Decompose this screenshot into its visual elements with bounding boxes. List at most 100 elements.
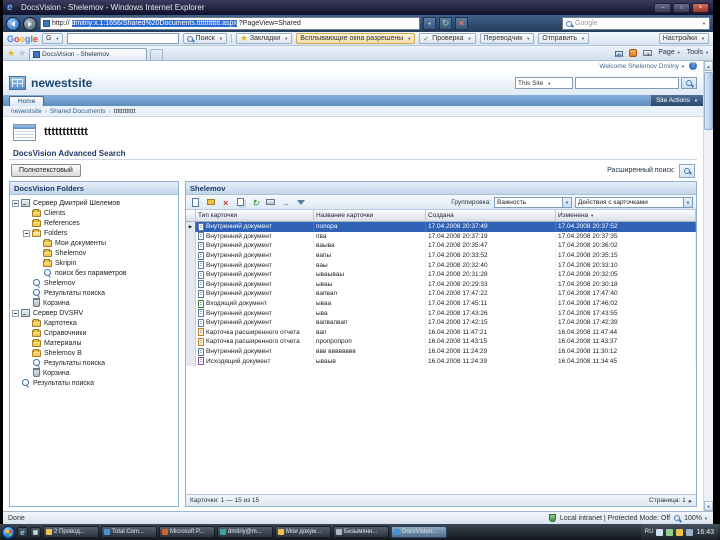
vertical-scrollbar[interactable] <box>703 61 713 511</box>
quicklaunch-ie-icon[interactable]: e <box>17 526 28 538</box>
row-selector-cell[interactable] <box>186 241 196 251</box>
scrollbar-thumb[interactable] <box>704 72 713 130</box>
tree-item[interactable]: Картотека <box>12 318 176 328</box>
help-icon[interactable] <box>689 62 697 70</box>
delete-card-icon[interactable] <box>219 196 232 208</box>
google-search-button[interactable]: Поиск <box>183 33 227 44</box>
copy-card-icon[interactable] <box>234 196 247 208</box>
tree-expander-icon[interactable] <box>23 220 30 227</box>
tree-item[interactable]: Результаты поиска <box>12 378 176 388</box>
zoom-level[interactable]: 100% <box>684 515 708 522</box>
open-card-icon[interactable] <box>204 196 217 208</box>
tree-expander-icon[interactable] <box>12 309 19 317</box>
tree-item[interactable]: Корзина <box>12 368 176 378</box>
maximize-button[interactable] <box>673 2 690 13</box>
row-selector-cell[interactable] <box>186 356 196 366</box>
row-selector-cell[interactable] <box>186 308 196 318</box>
tree-item[interactable]: Результаты поиска <box>12 358 176 368</box>
tree-expander-icon[interactable] <box>34 250 41 257</box>
row-selector-cell[interactable] <box>186 279 196 290</box>
card-name-cell[interactable]: вап <box>314 327 426 338</box>
table-row[interactable]: Карточка расширенного отчета вап 16.04.2… <box>186 327 696 338</box>
table-row[interactable]: Карточка расширенного отчета пропропроп … <box>186 337 696 347</box>
tree-expander-icon[interactable] <box>23 290 30 297</box>
card-name-cell[interactable]: вапы <box>314 250 426 261</box>
tree-item[interactable]: Сервер Дмитрий Шелемов <box>12 198 176 208</box>
tree-item[interactable]: Folders <box>12 228 176 238</box>
card-name-cell[interactable]: ыва <box>314 308 426 318</box>
refresh-icon[interactable] <box>249 196 262 208</box>
network-icon[interactable] <box>686 528 694 536</box>
table-row[interactable]: Внутренний документ вапы 17.04.2008 20:3… <box>186 250 696 261</box>
tools-menu-button[interactable]: Tools <box>687 49 709 56</box>
breadcrumb-link[interactable]: newestsite <box>11 108 42 115</box>
taskbar-button[interactable]: dmitriy@m... <box>217 526 273 538</box>
tree-item[interactable]: Корзина <box>12 298 176 308</box>
row-selector-cell[interactable] <box>186 269 196 280</box>
row-selector-cell[interactable] <box>186 222 196 232</box>
tree-expander-icon[interactable] <box>34 270 41 277</box>
minimize-button[interactable] <box>654 2 671 13</box>
url-input[interactable]: http://dmitriy:x.1:1656/Shared%20Documen… <box>40 17 420 30</box>
export-icon[interactable] <box>279 196 292 208</box>
row-selector-cell[interactable] <box>186 346 196 357</box>
refresh-button[interactable] <box>439 17 452 30</box>
card-name-cell[interactable]: вапвап <box>314 289 426 299</box>
new-tab-button[interactable] <box>150 49 164 60</box>
new-card-icon[interactable] <box>189 196 202 208</box>
row-selector-cell[interactable] <box>186 337 196 347</box>
tree-expander-icon[interactable] <box>12 199 19 207</box>
tab-docsvision[interactable]: DocsVision - Shelemov <box>29 48 148 60</box>
tree-expander-icon[interactable] <box>12 380 19 387</box>
tree-expander-icon[interactable] <box>23 300 30 307</box>
card-name-cell[interactable]: ввв вввввввв <box>314 346 426 357</box>
security-tray-icon[interactable] <box>666 528 674 536</box>
tree-item[interactable]: Shelemov <box>12 278 176 288</box>
table-row[interactable]: Внутренний документ вапвапвап 17.04.2008… <box>186 317 696 328</box>
tree-item[interactable]: References <box>12 218 176 228</box>
home-button[interactable] <box>614 51 625 57</box>
advanced-search-button[interactable] <box>679 163 695 178</box>
row-selector-cell[interactable] <box>186 317 196 328</box>
taskbar-button[interactable]: Мои докум... <box>275 526 331 538</box>
filter-icon[interactable] <box>294 196 307 208</box>
tree-expander-icon[interactable] <box>23 320 30 327</box>
clock[interactable]: 16:43 <box>696 529 714 536</box>
table-row[interactable]: Входящий документ ываа 17.04.2008 17:45:… <box>186 298 696 309</box>
add-favorite-icon[interactable]: ★ <box>18 48 26 58</box>
card-name-cell[interactable]: вапвапвап <box>314 317 426 328</box>
card-name-cell[interactable]: пва <box>314 231 426 242</box>
page-menu-button[interactable]: Page <box>658 49 680 56</box>
taskbar-button[interactable]: DocsVision... <box>391 526 447 538</box>
translate-button[interactable]: Переводчик <box>479 33 535 44</box>
row-selector-cell[interactable] <box>186 327 196 338</box>
column-header-modified[interactable]: Изменена <box>556 210 696 221</box>
tree-item[interactable]: поиск без параметров <box>12 268 176 278</box>
next-page-icon[interactable] <box>689 497 692 505</box>
popup-blocker-button[interactable]: Всплывающие окна разрешены <box>296 33 416 44</box>
search-dropdown-icon[interactable] <box>700 20 706 27</box>
table-row[interactable]: Внутренний документ пва 17.04.2008 20:37… <box>186 231 696 242</box>
tree-item[interactable]: Справочники <box>12 328 176 338</box>
table-row[interactable]: Внутренний документ вапвап 17.04.2008 17… <box>186 289 696 299</box>
table-row[interactable]: Внутренний документ ываы 17.04.2008 20:2… <box>186 279 696 290</box>
volume-icon[interactable] <box>656 528 664 536</box>
show-desktop-icon[interactable]: ▣ <box>30 526 41 538</box>
tree-item[interactable]: Clients <box>12 208 176 218</box>
table-row[interactable]: Внутренний документ попора 17.04.2008 20… <box>186 222 696 232</box>
tree-expander-icon[interactable] <box>23 330 30 337</box>
tab-home[interactable]: Home <box>9 96 45 106</box>
google-g-menu-button[interactable]: G <box>42 33 64 44</box>
tree-item[interactable]: Skripin <box>12 258 176 268</box>
row-selector-cell[interactable] <box>186 289 196 299</box>
row-selector-cell[interactable] <box>186 298 196 309</box>
breadcrumb-link[interactable]: tttttttttttt <box>109 108 136 115</box>
tree-item[interactable]: Материалы <box>12 338 176 348</box>
start-button[interactable] <box>2 525 15 539</box>
table-row[interactable]: Внутренний документ ввв вввввввв 16.04.2… <box>186 346 696 357</box>
tree-expander-icon[interactable] <box>23 350 30 357</box>
chevron-down-icon[interactable] <box>683 197 692 207</box>
spellcheck-button[interactable]: Проверка <box>419 33 476 44</box>
site-actions-button[interactable]: Site Actions <box>651 95 703 106</box>
google-search-input[interactable] <box>67 33 180 44</box>
